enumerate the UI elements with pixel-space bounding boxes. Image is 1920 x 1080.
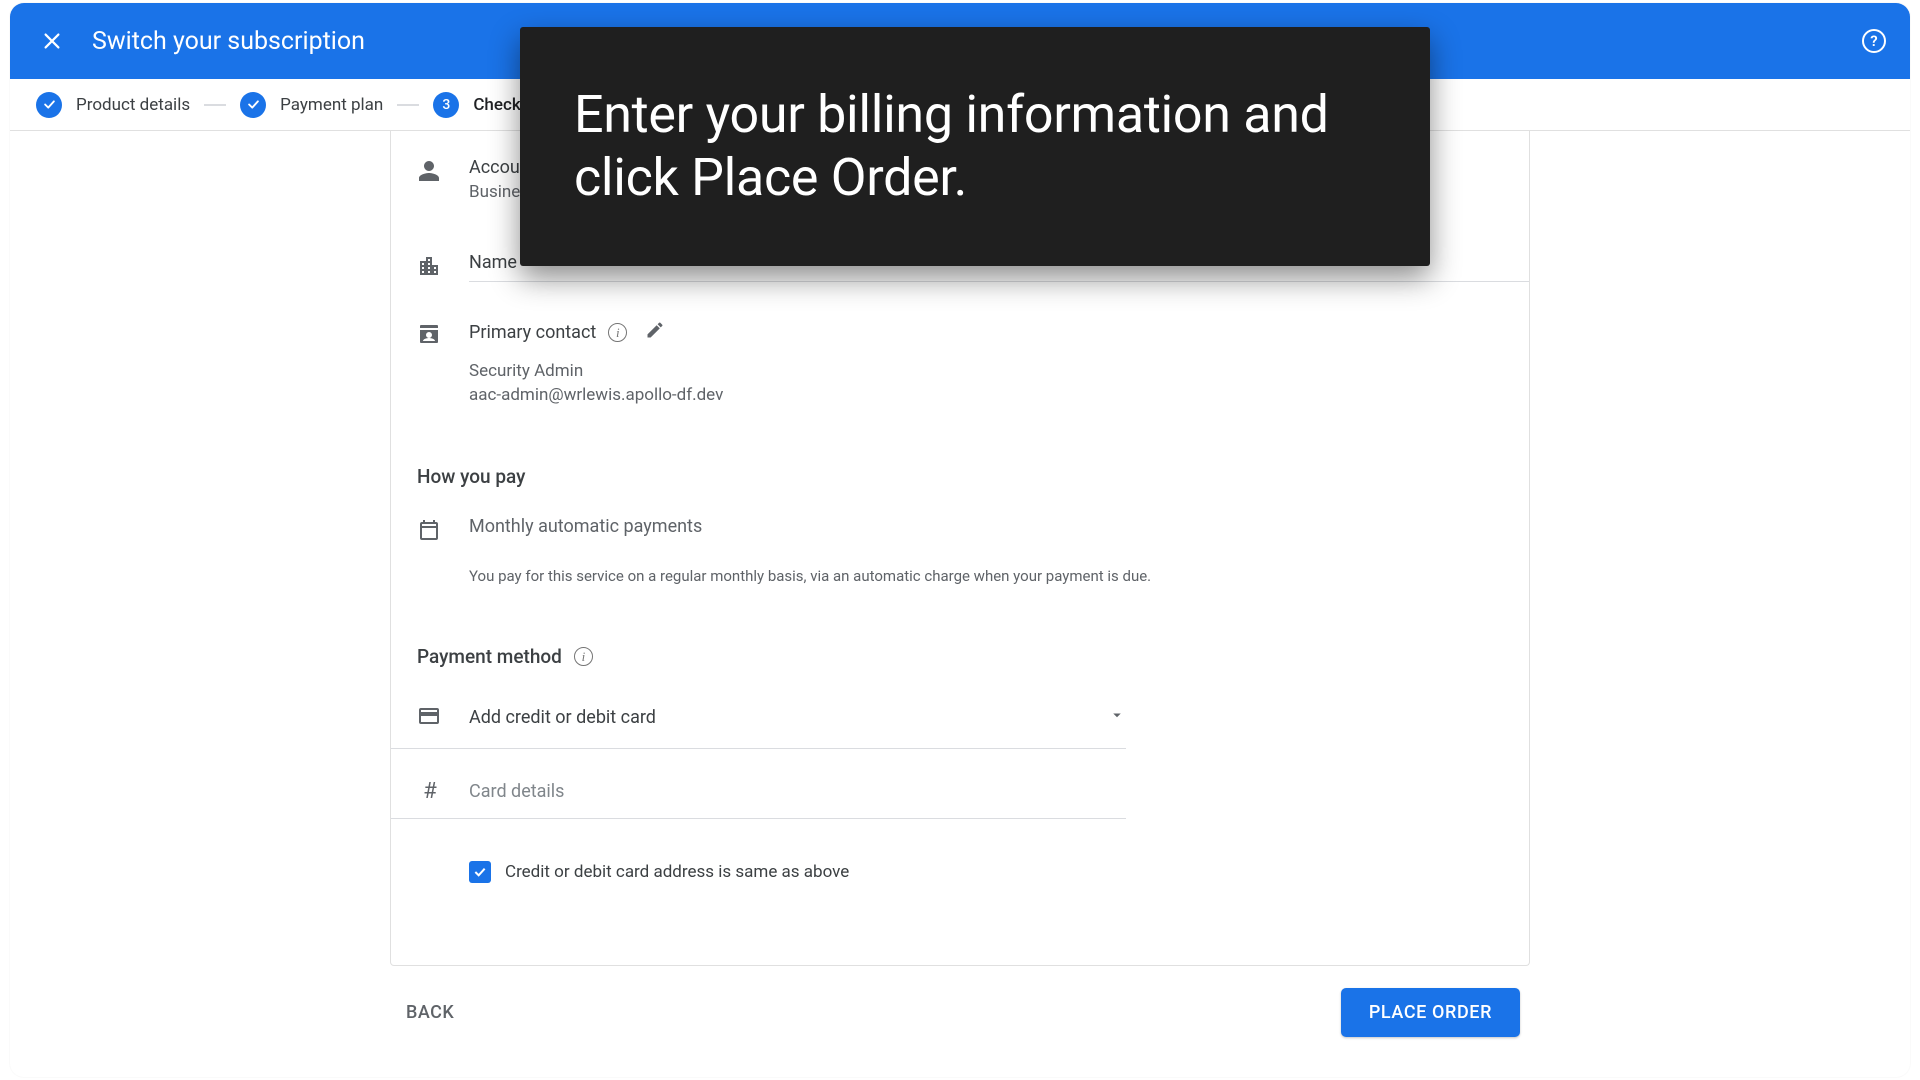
scrollbar[interactable] (1897, 133, 1907, 1067)
credit-card-icon (417, 702, 443, 732)
chevron-down-icon (1108, 706, 1126, 728)
step-1-badge (36, 92, 62, 118)
help-button[interactable]: ? (1862, 29, 1886, 53)
same-address-label: Credit or debit card address is same as … (505, 862, 849, 882)
check-icon (246, 97, 261, 112)
card-details-input[interactable]: # Card details (391, 759, 1126, 819)
payment-method-selected: Add credit or debit card (469, 707, 1108, 728)
contact-icon (417, 320, 443, 350)
step-separator (204, 104, 226, 106)
card-details-placeholder: Card details (469, 781, 564, 802)
check-icon (472, 864, 488, 880)
hash-icon: # (417, 779, 443, 804)
check-icon (42, 97, 57, 112)
help-icon: ? (1870, 32, 1877, 50)
primary-contact-label: Primary contact (469, 322, 596, 343)
close-button[interactable] (34, 23, 70, 59)
close-icon (41, 30, 63, 52)
back-button[interactable]: BACK (400, 992, 460, 1033)
info-icon[interactable]: i (574, 647, 593, 666)
payment-method-heading: Payment method (417, 645, 562, 668)
primary-contact-name: Security Admin (469, 361, 1529, 381)
primary-contact-email: aac-admin@wrlewis.apollo-df.dev (469, 385, 1529, 405)
pencil-icon (645, 320, 665, 340)
step-1-label[interactable]: Product details (76, 95, 190, 115)
step-2-badge (240, 92, 266, 118)
payment-method-dropdown[interactable]: Add credit or debit card (391, 696, 1126, 749)
how-you-pay-heading: How you pay (391, 465, 1529, 488)
instruction-overlay: Enter your billing information and click… (520, 27, 1430, 266)
edit-primary-contact-button[interactable] (645, 320, 665, 345)
step-2-label[interactable]: Payment plan (280, 95, 383, 115)
place-order-button[interactable]: PLACE ORDER (1341, 988, 1520, 1037)
account-icon (417, 157, 443, 187)
step-3-badge: 3 (433, 92, 459, 118)
info-icon[interactable]: i (608, 323, 627, 342)
business-icon (417, 252, 443, 282)
step-separator (397, 104, 419, 106)
calendar-icon (417, 516, 443, 546)
same-address-checkbox[interactable] (469, 861, 491, 883)
payment-frequency-desc: You pay for this service on a regular mo… (469, 567, 1529, 585)
payment-frequency: Monthly automatic payments (469, 516, 1529, 537)
